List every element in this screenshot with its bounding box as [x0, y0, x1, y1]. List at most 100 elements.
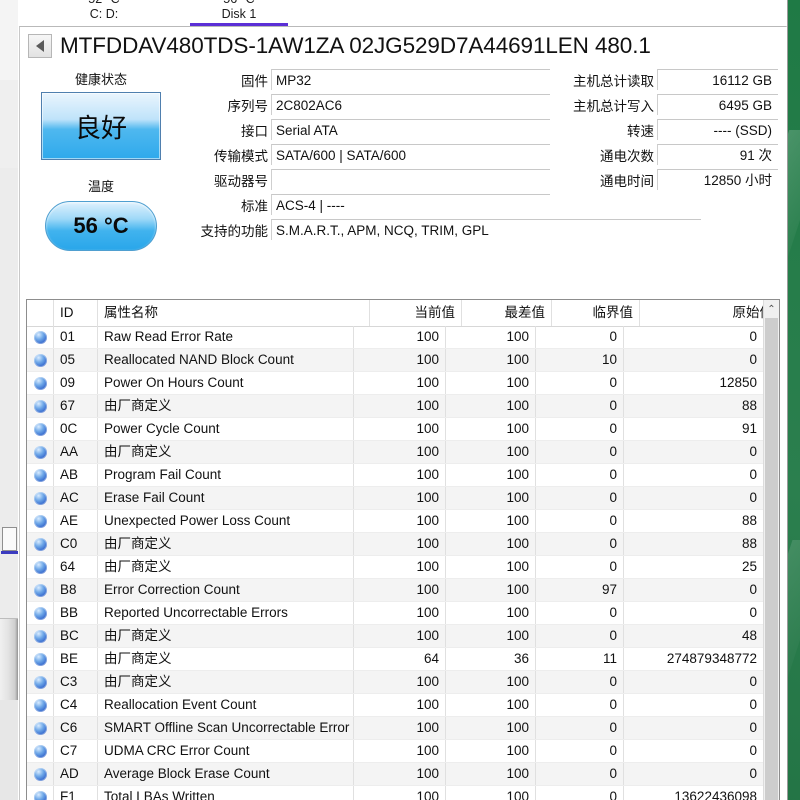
info-value[interactable]: 12850 小时	[657, 169, 778, 190]
scrollbar-thumb[interactable]	[765, 318, 778, 800]
row-threshold-value: 0	[535, 786, 623, 800]
disk-tab-1[interactable]: 56 °C Disk 1	[179, 0, 299, 26]
row-current-value: 100	[353, 763, 445, 785]
row-worst-value: 100	[445, 395, 535, 417]
table-row[interactable]: 67 由厂商定义 100 100 0 88	[27, 395, 763, 418]
info-value[interactable]: SATA/600 | SATA/600	[271, 144, 550, 165]
info-label: 接口	[241, 123, 268, 139]
table-row[interactable]: BB Reported Uncorrectable Errors 100 100 0 0	[27, 602, 763, 625]
row-attribute-name: Unexpected Power Loss Count	[97, 510, 353, 532]
table-vertical-scrollbar[interactable]: ⌃	[763, 300, 779, 800]
info-value[interactable]: Serial ATA	[271, 119, 550, 140]
drive-title: MTFDDAV480TDS-1AW1ZA 02JG529D7A44691LEN …	[60, 33, 651, 58]
row-threshold-value: 0	[535, 487, 623, 509]
row-attribute-name: Reported Uncorrectable Errors	[97, 602, 353, 624]
row-raw-value: 0	[623, 717, 763, 739]
table-row[interactable]: C6 SMART Offline Scan Uncorrectable Error…	[27, 717, 763, 740]
row-status-cell	[27, 533, 53, 555]
health-status-badge[interactable]: 良好	[41, 92, 161, 160]
column-header-current[interactable]: 当前值	[369, 300, 461, 326]
table-row[interactable]: 01 Raw Read Error Rate 100 100 0 0	[27, 326, 763, 349]
row-id: F1	[53, 786, 97, 800]
info-value[interactable]: ---- (SSD)	[657, 119, 778, 140]
row-status-cell	[27, 395, 53, 417]
scroll-up-arrow-icon[interactable]: ⌃	[764, 300, 779, 318]
status-dot-blue-icon	[33, 491, 47, 505]
window-left-frame	[0, 0, 18, 800]
disk-tab-0[interactable]: 52 °C C: D:	[44, 0, 164, 26]
table-row[interactable]: AE Unexpected Power Loss Count 100 100 0 88	[27, 510, 763, 533]
table-row[interactable]: C7 UDMA CRC Error Count 100 100 0 0	[27, 740, 763, 763]
info-label: 传输模式	[214, 148, 268, 164]
table-row[interactable]: C4 Reallocation Event Count 100 100 0 0	[27, 694, 763, 717]
table-row[interactable]: AA 由厂商定义 100 100 0 0	[27, 441, 763, 464]
column-header-worst[interactable]: 最差值	[461, 300, 551, 326]
row-raw-value: 0	[623, 487, 763, 509]
row-current-value: 100	[353, 487, 445, 509]
disk-tab-1-label: Disk 1	[221, 7, 257, 21]
status-dot-blue-icon	[33, 422, 47, 436]
row-worst-value: 100	[445, 763, 535, 785]
previous-disk-button[interactable]	[28, 34, 52, 58]
row-worst-value: 100	[445, 579, 535, 601]
info-label: 序列号	[227, 98, 269, 114]
row-threshold-value: 0	[535, 763, 623, 785]
temperature-badge[interactable]: 56 °C	[45, 201, 157, 251]
table-row[interactable]: 05 Reallocated NAND Block Count 100 100 10 0	[27, 349, 763, 372]
row-threshold-value: 0	[535, 441, 623, 463]
table-row[interactable]: 0C Power Cycle Count 100 100 0 91	[27, 418, 763, 441]
row-id: 01	[53, 326, 97, 348]
table-row[interactable]: C3 由厂商定义 100 100 0 0	[27, 671, 763, 694]
table-row[interactable]: F1 Total LBAs Written 100 100 0 13622436098	[27, 786, 763, 800]
column-header-name[interactable]: 属性名称	[97, 300, 369, 326]
left-frame-segment	[0, 28, 18, 55]
status-dot-blue-icon	[33, 721, 47, 735]
info-value[interactable]: S.M.A.R.T., APM, NCQ, TRIM, GPL	[271, 219, 701, 240]
status-dot-blue-icon	[33, 698, 47, 712]
disk-tab-0-temperature: 52 °C	[44, 0, 164, 7]
info-label: 主机总计写入	[573, 98, 654, 114]
row-attribute-name: Power Cycle Count	[97, 418, 353, 440]
row-status-cell	[27, 694, 53, 716]
row-raw-value: 0	[623, 441, 763, 463]
info-value[interactable]	[271, 169, 550, 190]
info-value[interactable]: 6495 GB	[657, 94, 778, 115]
column-header-id[interactable]: ID	[53, 300, 97, 326]
info-value[interactable]: 2C802AC6	[271, 94, 550, 115]
table-row[interactable]: B8 Error Correction Count 100 100 97 0	[27, 579, 763, 602]
row-status-cell	[27, 349, 53, 371]
info-value[interactable]: ACS-4 | ----	[271, 194, 550, 215]
row-status-cell	[27, 418, 53, 440]
info-value[interactable]: 16112 GB	[657, 69, 778, 90]
info-label: 固件	[241, 73, 268, 89]
drive-title-row: MTFDDAV480TDS-1AW1ZA 02JG529D7A44691LEN …	[20, 27, 786, 65]
row-threshold-value: 0	[535, 395, 623, 417]
drive-info-fields-right: 主机总计读取 16112 GB 主机总计写入 6495 GB 转速 ---- (…	[560, 67, 778, 192]
row-attribute-name: SMART Offline Scan Uncorrectable Error C…	[97, 717, 353, 739]
table-row[interactable]: AB Program Fail Count 100 100 0 0	[27, 464, 763, 487]
row-threshold-value: 0	[535, 418, 623, 440]
table-row[interactable]: AD Average Block Erase Count 100 100 0 0	[27, 763, 763, 786]
info-field-total-host-reads: 主机总计读取 16112 GB	[560, 67, 778, 92]
row-current-value: 100	[353, 418, 445, 440]
info-value[interactable]: MP32	[271, 69, 550, 90]
table-row[interactable]: C0 由厂商定义 100 100 0 88	[27, 533, 763, 556]
row-raw-value: 12850	[623, 372, 763, 394]
status-dot-blue-icon	[33, 629, 47, 643]
row-id: AB	[53, 464, 97, 486]
column-header-raw[interactable]: 原始值	[639, 300, 779, 326]
column-header-threshold[interactable]: 临界值	[551, 300, 639, 326]
drive-info-fields-middle: 固件 MP32 序列号 2C802AC6 接口 Serial ATA 传输模式 …	[180, 67, 701, 242]
info-value[interactable]: 91 次	[657, 144, 778, 165]
column-header-status[interactable]	[27, 300, 53, 326]
table-row[interactable]: AC Erase Fail Count 100 100 0 0	[27, 487, 763, 510]
table-row[interactable]: BC 由厂商定义 100 100 0 48	[27, 625, 763, 648]
row-threshold-value: 0	[535, 372, 623, 394]
table-row[interactable]: 64 由厂商定义 100 100 0 25	[27, 556, 763, 579]
info-field-rotation-rate: 转速 ---- (SSD)	[560, 117, 778, 142]
table-row[interactable]: 09 Power On Hours Count 100 100 0 12850	[27, 372, 763, 395]
table-row[interactable]: BE 由厂商定义 64 36 11 274879348772	[27, 648, 763, 671]
row-attribute-name: 由厂商定义	[97, 648, 353, 670]
row-status-cell	[27, 556, 53, 578]
row-raw-value: 88	[623, 510, 763, 532]
